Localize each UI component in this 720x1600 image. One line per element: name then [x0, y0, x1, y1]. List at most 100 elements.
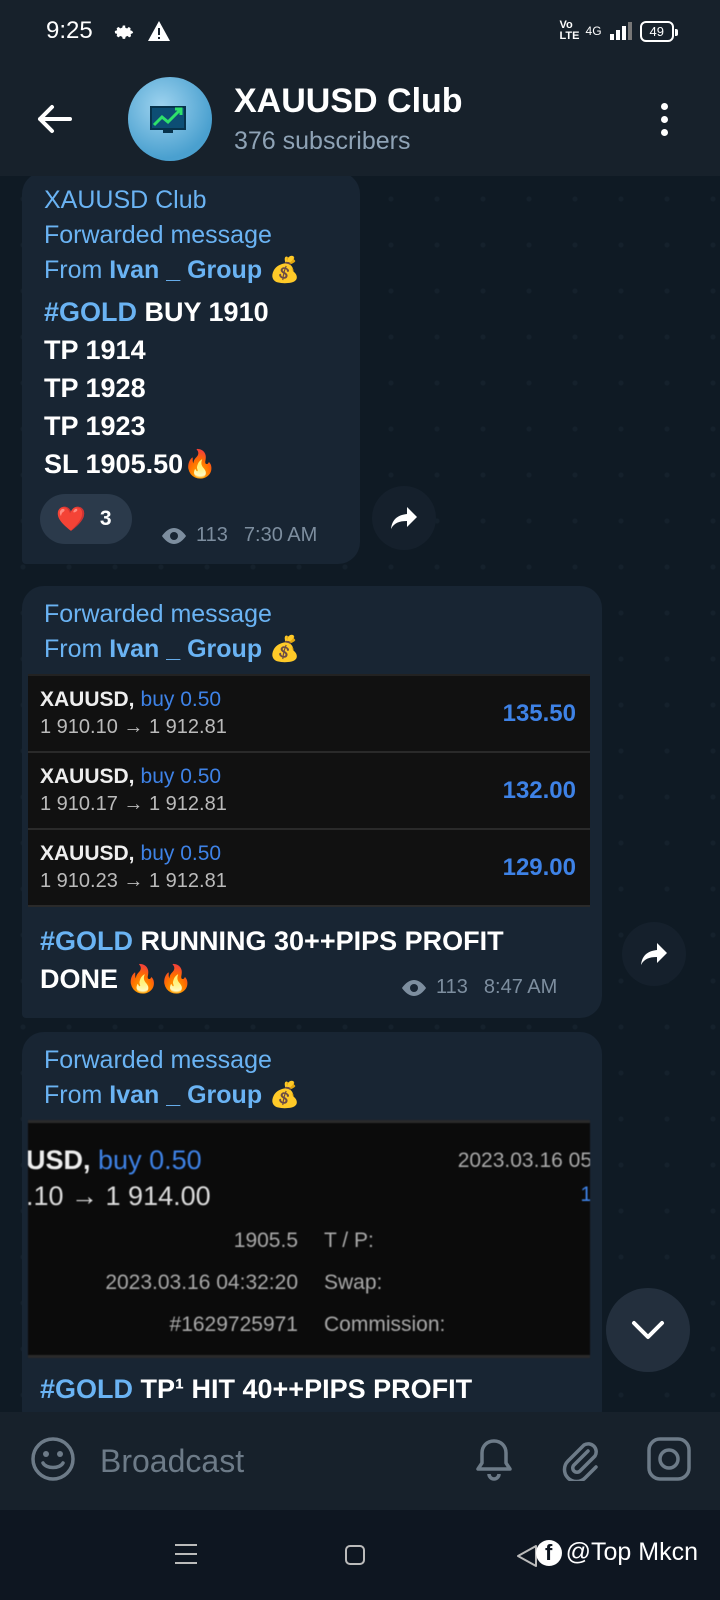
forwarded-label: Forwarded message — [44, 221, 272, 249]
network-indicator: 4G — [585, 24, 602, 38]
message-time: 7:30 AM — [243, 524, 318, 546]
message-bubble[interactable]: Forwarded message From Ivan _ Group 💰 XA… — [22, 586, 602, 1018]
trade-row: XAUUSD, buy 0.50 1 910.23 → 1 912.81 129.… — [28, 830, 590, 907]
channel-title[interactable]: XAUUSD Club — [234, 82, 463, 121]
trade-profit: 129.00 — [502, 854, 576, 881]
trade-prices: .10 → 1 914.00 — [28, 1181, 211, 1211]
channel-avatar[interactable] — [128, 77, 212, 161]
eye-icon — [162, 527, 186, 544]
from-name: Ivan _ Group — [109, 635, 263, 663]
dot-icon — [661, 128, 668, 136]
message-meta: 113 8:47 AM — [400, 976, 557, 999]
watermark: f @Top Mkcn — [535, 1538, 698, 1567]
eye-icon — [402, 979, 426, 996]
dot-icon — [661, 115, 668, 123]
sender-name[interactable]: XAUUSD Club — [44, 186, 300, 215]
reaction-count: 3 — [99, 507, 112, 530]
trade-screenshot[interactable]: XAUUSD, buy 0.50 1 910.10 → 1 912.81 135.… — [28, 674, 590, 907]
moneybag-icon: 💰 — [269, 635, 301, 663]
share-arrow-icon — [641, 943, 667, 965]
message-list[interactable]: XAUUSD Club Forwarded message From Ivan … — [0, 176, 720, 1412]
instagram-icon — [647, 1436, 691, 1481]
message-bubble[interactable]: XAUUSD Club Forwarded message From Ivan … — [22, 176, 360, 564]
chat-header: XAUUSD Club 376 subscribers — [0, 62, 720, 176]
trade-profit: 135.50 — [502, 700, 576, 727]
swap-label: Swap: — [324, 1271, 383, 1294]
forwarded-from[interactable]: From Ivan _ Group 💰 — [44, 1081, 300, 1110]
watermark-text: @Top Mkcn — [565, 1538, 698, 1566]
message-line: TP 1923 — [44, 411, 146, 441]
trade-prices: 1 910.10 → 1 912.81 — [40, 716, 227, 738]
view-count: 113 — [436, 976, 468, 998]
message-line: TP 1928 — [44, 373, 146, 403]
message-line: #GOLD RUNNING 30++PIPS PROFIT — [40, 926, 504, 956]
hashtag-link[interactable]: #GOLD — [44, 297, 137, 327]
forwarded-from[interactable]: From Ivan _ Group 💰 — [44, 635, 300, 664]
sl-value: 1905.5 — [233, 1229, 298, 1252]
message-line: SL 1905.50🔥 — [44, 449, 217, 479]
status-bar: 9:25 Vo LTE 4G 49 — [0, 0, 720, 62]
attach-button[interactable] — [558, 1437, 602, 1486]
recents-button[interactable] — [174, 1542, 198, 1571]
trade-partial-value: 1 — [580, 1183, 590, 1207]
tp-label: T / P: — [324, 1229, 374, 1252]
ticket-number: #1629725971 — [169, 1313, 298, 1336]
message-bubble[interactable]: Forwarded message From Ivan _ Group 💰 US… — [22, 1032, 602, 1412]
back-button[interactable] — [24, 89, 84, 149]
trade-prices: 1 910.17 → 1 912.81 — [40, 793, 227, 815]
system-nav-bar: f @Top Mkcn — [0, 1510, 720, 1600]
message-text: #GOLD TP¹ HIT 40++PIPS PROFIT — [40, 1374, 473, 1404]
trade-side: buy 0.50 — [140, 842, 222, 865]
dot-icon — [661, 102, 668, 110]
trade-side: buy 0.50 — [140, 765, 222, 788]
smiley-icon — [31, 1436, 75, 1481]
share-button[interactable] — [372, 486, 436, 550]
trade-symbol: USD, buy 0.50 — [28, 1145, 202, 1175]
emoji-button[interactable] — [30, 1436, 76, 1487]
hashtag-link[interactable]: #GOLD — [40, 926, 133, 956]
message-text: #GOLD BUY 1910 TP 1914 TP 1928 TP 1923 S… — [44, 293, 300, 483]
instagram-button[interactable] — [646, 1436, 692, 1487]
square-icon — [345, 1545, 365, 1565]
from-name: Ivan _ Group — [109, 1081, 263, 1109]
view-count: 113 — [196, 524, 228, 546]
hashtag-link[interactable]: #GOLD — [40, 1374, 133, 1404]
message-line: #GOLD BUY 1910 — [44, 297, 269, 327]
paperclip-icon — [562, 1441, 598, 1483]
trade-symbol: XAUUSD, — [40, 765, 135, 788]
subscriber-count: 376 subscribers — [234, 127, 411, 155]
chevron-down-icon — [632, 1321, 664, 1339]
trade-symbol: XAUUSD, — [40, 688, 135, 711]
more-options-button[interactable] — [661, 102, 668, 136]
home-button[interactable] — [344, 1544, 366, 1571]
from-name: Ivan _ Group — [109, 256, 263, 284]
forwarded-from[interactable]: From Ivan _ Group 💰 — [44, 256, 300, 285]
share-button[interactable] — [622, 922, 686, 986]
share-arrow-icon — [391, 507, 417, 529]
trade-detail-screenshot[interactable]: USD, buy 0.50 .10 → 1 914.00 2023.03.16 … — [28, 1120, 590, 1358]
from-prefix: From — [44, 256, 110, 284]
broadcast-bar: Broadcast — [0, 1412, 720, 1510]
scroll-down-button[interactable] — [606, 1288, 690, 1372]
bell-icon — [476, 1438, 512, 1481]
commission-label: Commission: — [324, 1313, 446, 1336]
forwarded-label: Forwarded message — [44, 600, 272, 628]
trade-date: 2023.03.16 05 — [457, 1149, 590, 1172]
volte-indicator: Vo LTE — [559, 19, 580, 42]
message-time: 8:47 AM — [483, 976, 558, 998]
arrow-left-icon — [38, 105, 72, 133]
menu-lines-icon — [175, 1544, 197, 1564]
facebook-icon: f — [535, 1539, 562, 1566]
moneybag-icon: 💰 — [269, 256, 301, 284]
settings-gear-icon — [114, 25, 133, 39]
broadcast-input[interactable]: Broadcast — [100, 1443, 244, 1480]
message-line: TP 1914 — [44, 335, 146, 365]
reaction-chip[interactable]: ❤️ 3 — [40, 494, 132, 544]
from-prefix: From — [44, 1081, 110, 1109]
trade-profit: 132.00 — [502, 777, 576, 804]
moneybag-icon: 💰 — [269, 1081, 301, 1109]
notification-toggle-button[interactable] — [474, 1437, 514, 1486]
open-time: 2023.03.16 04:32:20 — [105, 1271, 298, 1294]
battery-indicator: 49 — [639, 20, 679, 42]
from-prefix: From — [44, 635, 110, 663]
